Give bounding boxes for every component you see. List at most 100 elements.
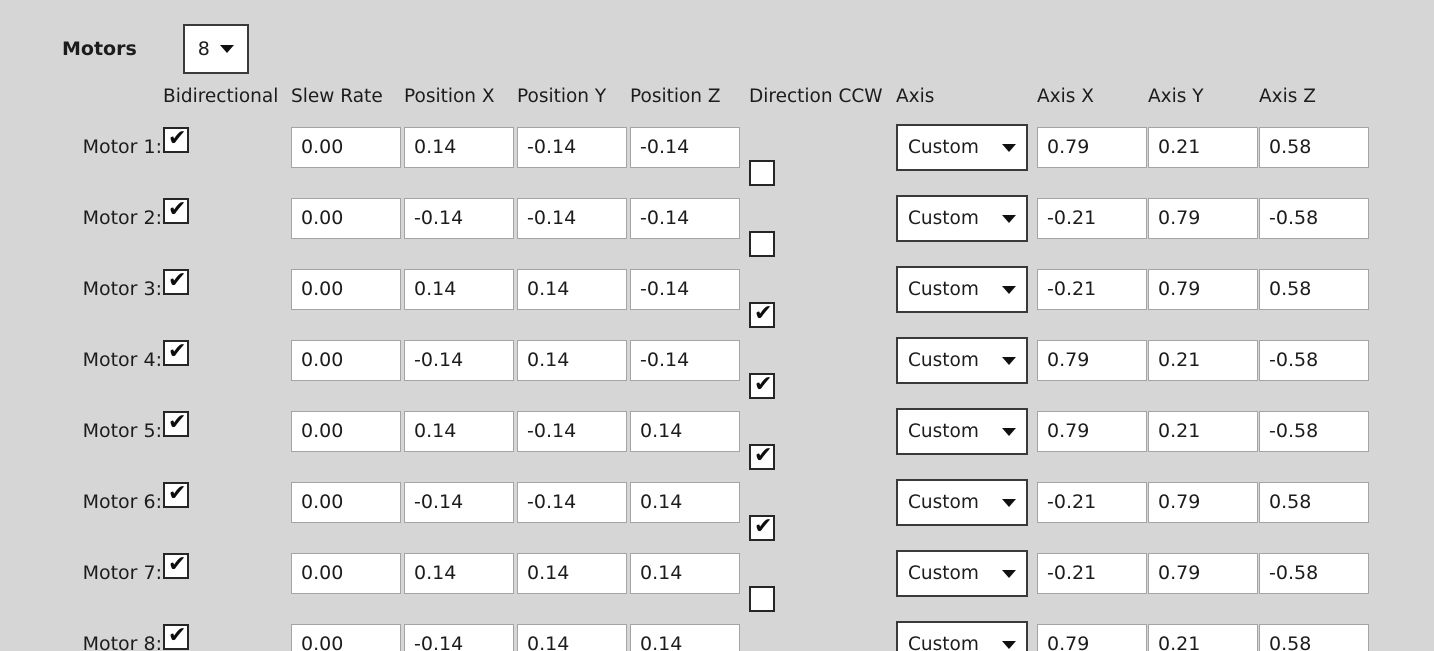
position-x-input[interactable]: 0.14 (404, 411, 514, 452)
position-y-input[interactable]: -0.14 (517, 482, 627, 523)
axis-x-input[interactable]: 0.79 (1037, 340, 1147, 381)
motor-row-label: Motor 5: (82, 420, 162, 442)
motor-row-label: Motor 4: (82, 349, 162, 371)
axis-x-input[interactable]: 0.79 (1037, 127, 1147, 168)
axis-y-input[interactable]: 0.21 (1148, 624, 1258, 651)
position-z-input[interactable]: -0.14 (630, 269, 740, 310)
chevron-down-icon (1002, 427, 1016, 436)
slew-rate-input[interactable]: 0.00 (291, 127, 401, 168)
bidirectional-checkbox[interactable]: ✔ (163, 623, 189, 650)
table-row: Motor 8:✔0.00-0.140.140.14✔Custom0.790.2… (0, 621, 1434, 651)
axis-dropdown[interactable]: Custom (896, 124, 1028, 171)
position-y-input[interactable]: -0.14 (517, 198, 627, 239)
axis-z-input[interactable]: 0.58 (1259, 624, 1369, 651)
direction-ccw-checkbox[interactable]: ✔ (749, 372, 775, 399)
position-x-input[interactable]: -0.14 (404, 624, 514, 651)
bidirectional-checkbox[interactable]: ✔ (163, 126, 189, 153)
position-z-input[interactable]: 0.14 (630, 482, 740, 523)
axis-dropdown[interactable]: Custom (896, 621, 1028, 651)
bidirectional-checkbox[interactable]: ✔ (163, 339, 189, 366)
axis-y-input[interactable]: 0.21 (1148, 411, 1258, 452)
position-z-input[interactable]: 0.14 (630, 411, 740, 452)
bidirectional-checkbox[interactable]: ✔ (163, 481, 189, 508)
bidirectional-checkbox[interactable]: ✔ (163, 197, 189, 224)
chevron-down-icon (1002, 285, 1016, 294)
axis-z-input[interactable]: 0.58 (1259, 127, 1369, 168)
axis-x-input[interactable]: 0.79 (1037, 411, 1147, 452)
motor-row-label: Motor 8: (82, 633, 162, 651)
axis-dropdown[interactable]: Custom (896, 337, 1028, 384)
position-y-input[interactable]: 0.14 (517, 269, 627, 310)
axis-y-input[interactable]: 0.79 (1148, 482, 1258, 523)
position-z-input[interactable]: -0.14 (630, 198, 740, 239)
motors-count-dropdown[interactable]: 8 (182, 24, 249, 74)
axis-y-input[interactable]: 0.21 (1148, 340, 1258, 381)
position-y-input[interactable]: 0.14 (517, 340, 627, 381)
position-z-input[interactable]: 0.14 (630, 624, 740, 651)
checkmark-icon: ✔ (168, 552, 187, 577)
direction-ccw-checkbox[interactable]: ✔ (749, 160, 775, 186)
position-x-input[interactable]: -0.14 (404, 340, 514, 381)
direction-ccw-checkbox[interactable]: ✔ (749, 586, 775, 612)
axis-dropdown-value: Custom (908, 208, 979, 229)
bidirectional-checkbox[interactable]: ✔ (163, 410, 189, 437)
direction-ccw-checkbox[interactable]: ✔ (749, 443, 775, 470)
checkmark-icon: ✔ (168, 339, 187, 364)
axis-dropdown[interactable]: Custom (896, 550, 1028, 597)
bidirectional-checkbox[interactable]: ✔ (163, 268, 189, 295)
axis-z-input[interactable]: 0.58 (1259, 269, 1369, 310)
position-x-input[interactable]: 0.14 (404, 553, 514, 594)
chevron-down-icon (1002, 569, 1016, 578)
slew-rate-input[interactable]: 0.00 (291, 198, 401, 239)
position-y-input[interactable]: 0.14 (517, 624, 627, 651)
axis-dropdown[interactable]: Custom (896, 479, 1028, 526)
axis-dropdown-value: Custom (908, 137, 979, 158)
table-row: Motor 3: ✔ 0.00 0.14 0.14 -0.14 ✔ Custom -0.21 0.… (0, 266, 1434, 333)
axis-z-input[interactable]: -0.58 (1259, 411, 1369, 452)
slew-rate-input[interactable]: 0.00 (291, 624, 401, 651)
position-x-input[interactable]: 0.14 (404, 127, 514, 168)
slew-rate-input[interactable]: 0.00 (291, 482, 401, 523)
axis-x-input[interactable]: 0.79 (1037, 624, 1147, 651)
position-x-input[interactable]: -0.14 (404, 482, 514, 523)
direction-ccw-checkbox[interactable]: ✔ (749, 514, 775, 541)
chevron-down-icon (1002, 498, 1016, 507)
slew-rate-input[interactable]: 0.00 (291, 553, 401, 594)
position-x-input[interactable]: 0.14 (404, 269, 514, 310)
axis-dropdown[interactable]: Custom (896, 195, 1028, 242)
position-z-input[interactable]: 0.14 (630, 553, 740, 594)
slew-rate-input[interactable]: 0.00 (291, 411, 401, 452)
axis-z-input[interactable]: -0.58 (1259, 198, 1369, 239)
axis-z-input[interactable]: -0.58 (1259, 340, 1369, 381)
position-x-input[interactable]: -0.14 (404, 198, 514, 239)
position-z-input[interactable]: -0.14 (630, 340, 740, 381)
slew-rate-input[interactable]: 0.00 (291, 269, 401, 310)
position-z-input[interactable]: -0.14 (630, 127, 740, 168)
motor-configuration-panel: Motors 8 Bidirectional Slew Rate Position … (0, 0, 1434, 651)
direction-ccw-checkbox[interactable]: ✔ (749, 231, 775, 257)
direction-ccw-checkbox[interactable]: ✔ (749, 301, 775, 328)
axis-dropdown-value: Custom (908, 421, 979, 442)
chevron-down-icon (219, 45, 234, 53)
checkmark-icon: ✔ (754, 514, 773, 539)
axis-z-input[interactable]: 0.58 (1259, 482, 1369, 523)
slew-rate-input[interactable]: 0.00 (291, 340, 401, 381)
axis-x-input[interactable]: -0.21 (1037, 269, 1147, 310)
axis-dropdown[interactable]: Custom (896, 408, 1028, 455)
position-y-input[interactable]: 0.14 (517, 553, 627, 594)
position-y-input[interactable]: -0.14 (517, 411, 627, 452)
axis-y-input[interactable]: 0.21 (1148, 127, 1258, 168)
axis-y-input[interactable]: 0.79 (1148, 198, 1258, 239)
motor-row-label: Motor 6: (82, 491, 162, 513)
axis-x-input[interactable]: -0.21 (1037, 553, 1147, 594)
axis-dropdown-value: Custom (908, 279, 979, 300)
bidirectional-checkbox[interactable]: ✔ (163, 552, 189, 579)
position-y-input[interactable]: -0.14 (517, 127, 627, 168)
axis-x-input[interactable]: -0.21 (1037, 482, 1147, 523)
axis-z-input[interactable]: -0.58 (1259, 553, 1369, 594)
axis-y-input[interactable]: 0.79 (1148, 269, 1258, 310)
axis-dropdown[interactable]: Custom (896, 266, 1028, 313)
axis-dropdown-value: Custom (908, 350, 979, 371)
axis-x-input[interactable]: -0.21 (1037, 198, 1147, 239)
axis-y-input[interactable]: 0.79 (1148, 553, 1258, 594)
